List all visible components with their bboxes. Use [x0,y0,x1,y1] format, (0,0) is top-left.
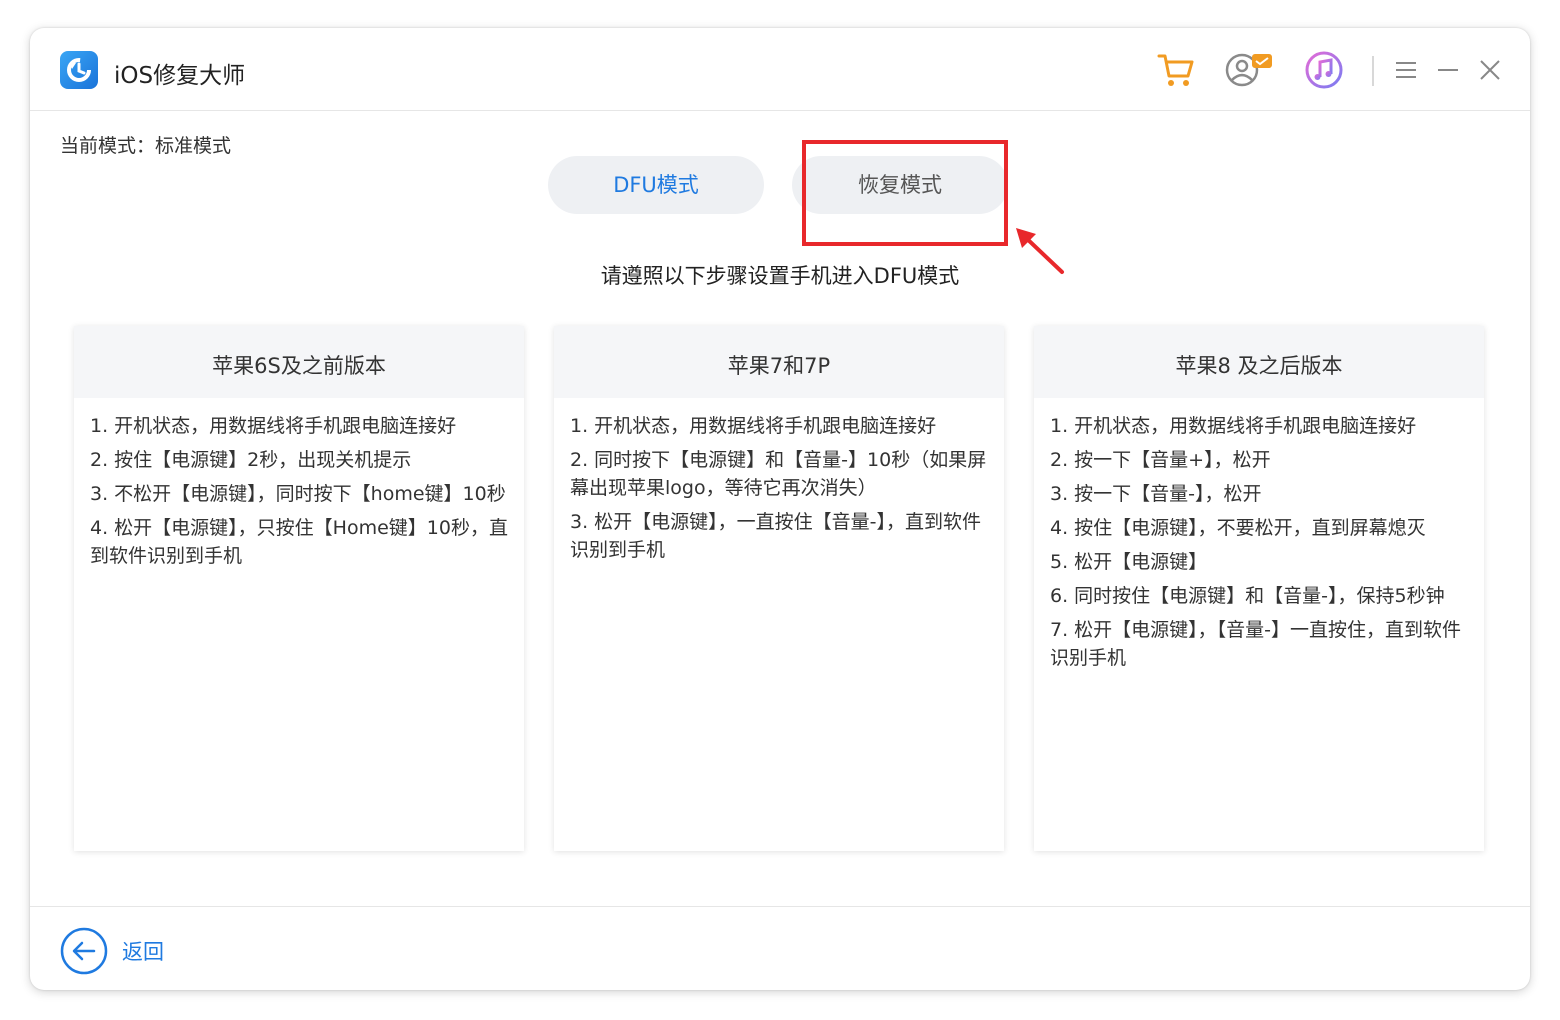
minimize-icon[interactable] [1436,50,1460,90]
card-steps: 1. 开机状态，用数据线将手机跟电脑连接好 2. 按住【电源键】2秒，出现关机提… [74,398,524,570]
step-item: 1. 开机状态，用数据线将手机跟电脑连接好 [570,415,937,437]
app-title: iOS修复大师 [114,63,246,89]
card-iphone7-and-7p: 苹果7和7P 1. 开机状态，用数据线将手机跟电脑连接好 2. 同时按下【电源键… [554,326,1004,851]
step-item: 2. 同时按下【电源键】和【音量-】10秒（如果屏幕出现苹果logo，等待它再次… [570,449,987,499]
app-window: iOS修复大师 当前模式：标准模式 DFU模式 恢复模式 请遵照以下步骤设置手机… [30,28,1530,990]
card-steps: 1. 开机状态，用数据线将手机跟电脑连接好 2. 按一下【音量+】，松开 3. … [1034,398,1484,672]
step-item: 3. 按一下【音量-】，松开 [1050,483,1262,505]
itunes-icon[interactable] [1304,50,1344,90]
card-title: 苹果7和7P [554,326,1004,398]
close-icon[interactable] [1478,50,1502,90]
card-iphone6s-and-earlier: 苹果6S及之前版本 1. 开机状态，用数据线将手机跟电脑连接好 2. 按住【电源… [74,326,524,851]
step-item: 5. 松开【电源键】 [1050,551,1208,573]
tab-dfu-mode[interactable]: DFU模式 [548,156,764,214]
step-item: 4. 按住【电源键】，不要松开，直到屏幕熄灭 [1050,517,1426,539]
app-logo-icon [60,51,98,89]
footer-bar: 返回 [30,906,1530,990]
back-button[interactable]: 返回 [122,936,164,966]
step-item: 4. 松开【电源键】，只按住【Home键】10秒，直到软件识别到手机 [90,517,508,567]
menu-icon[interactable] [1394,50,1418,90]
highlight-annotation-box [802,140,1008,246]
instruction-heading: 请遵照以下步骤设置手机进入DFU模式 [600,264,960,288]
card-title: 苹果6S及之前版本 [74,326,524,398]
step-item: 1. 开机状态，用数据线将手机跟电脑连接好 [90,415,457,437]
step-item: 1. 开机状态，用数据线将手机跟电脑连接好 [1050,415,1417,437]
back-arrow-icon[interactable] [60,927,108,975]
step-item: 3. 松开【电源键】，一直按住【音量-】，直到软件识别到手机 [570,511,982,561]
step-item: 2. 按一下【音量+】，松开 [1050,449,1271,471]
step-item: 3. 不松开【电源键】，同时按下【home键】10秒 [90,483,506,505]
step-item: 6. 同时按住【电源键】和【音量-】，保持5秒钟 [1050,585,1445,607]
title-bar: iOS修复大师 [30,28,1530,111]
current-mode-value: 标准模式 [155,135,232,157]
toolbar-divider [1372,56,1374,86]
cart-icon[interactable] [1156,50,1196,90]
step-item: 7. 松开【电源键】，【音量-】一直按住，直到软件识别手机 [1050,619,1462,669]
card-iphone8-and-later: 苹果8 及之后版本 1. 开机状态，用数据线将手机跟电脑连接好 2. 按一下【音… [1034,326,1484,851]
step-item: 2. 按住【电源键】2秒，出现关机提示 [90,449,412,471]
current-mode: 当前模式：标准模式 [60,131,231,158]
support-icon[interactable] [1224,50,1276,90]
card-steps: 1. 开机状态，用数据线将手机跟电脑连接好 2. 同时按下【电源键】和【音量-】… [554,398,1004,564]
current-mode-label: 当前模式： [60,135,156,157]
card-title: 苹果8 及之后版本 [1034,326,1484,398]
